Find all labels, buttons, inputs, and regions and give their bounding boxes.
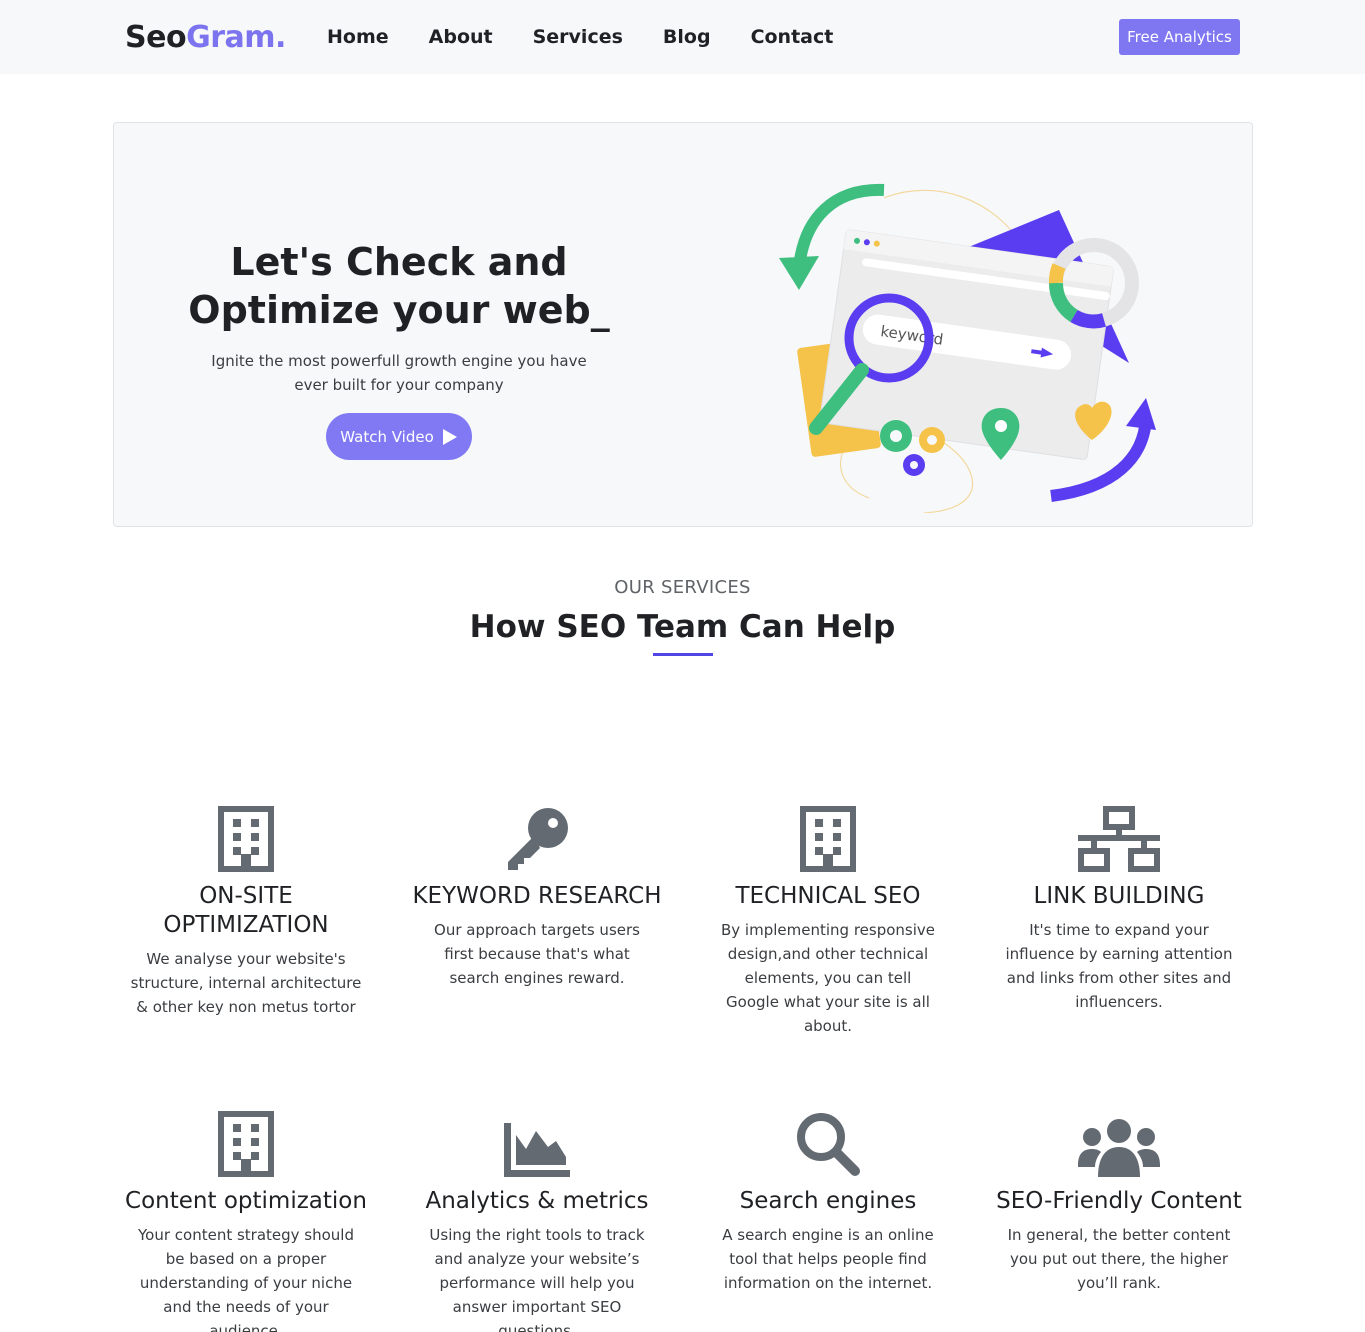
- service-card: Search engines A search engine is an onl…: [703, 1109, 953, 1295]
- title-underline: [653, 653, 713, 656]
- service-card: Content optimization Your content strate…: [121, 1109, 371, 1332]
- service-card: LINK BUILDING It's time to expand your i…: [994, 804, 1244, 1014]
- nav-services[interactable]: Services: [533, 26, 623, 48]
- service-card: KEYWORD RESEARCH Our approach targets us…: [412, 804, 662, 990]
- building-icon: [218, 806, 274, 872]
- search-icon: [797, 1113, 860, 1176]
- nav-links: Home About Services Blog Contact: [327, 26, 833, 48]
- network-icon: [1078, 806, 1160, 872]
- seo-illustration: keyword: [779, 183, 1156, 513]
- play-icon: [442, 428, 457, 445]
- hero-section: Let's Check and Optimize your web_ Ignit…: [113, 122, 1253, 527]
- area-chart-icon: [504, 1123, 570, 1177]
- service-card: Analytics & metrics Using the right tool…: [412, 1109, 662, 1332]
- logo-part-2: Gram.: [186, 20, 286, 55]
- building-icon: [800, 806, 856, 872]
- watch-video-button[interactable]: Watch Video: [326, 413, 472, 460]
- service-title: ON-SITE OPTIMIZATION: [163, 883, 329, 938]
- service-title: LINK BUILDING: [1033, 883, 1205, 909]
- logo[interactable]: SeoGram.: [125, 20, 286, 55]
- nav-about[interactable]: About: [429, 26, 493, 48]
- service-card: TECHNICAL SEO By implementing responsive…: [703, 804, 953, 1038]
- service-desc: We analyse your website's structure, int…: [130, 950, 362, 1016]
- nav-home[interactable]: Home: [327, 26, 389, 48]
- service-desc: It's time to expand your influence by ea…: [1005, 921, 1233, 1011]
- service-title: Search engines: [739, 1188, 917, 1214]
- free-analytics-button[interactable]: Free Analytics: [1119, 19, 1240, 55]
- navbar: SeoGram. Home About Services Blog Contac…: [0, 0, 1365, 74]
- watch-video-label: Watch Video: [340, 427, 434, 446]
- logo-part-1: Seo: [125, 20, 187, 55]
- service-title: TECHNICAL SEO: [735, 883, 921, 909]
- service-desc: By implementing responsive design,and ot…: [721, 921, 935, 1035]
- key-icon: [508, 808, 568, 870]
- service-desc: In general, the better content you put o…: [1007, 1226, 1231, 1292]
- service-card: SEO-Friendly Content In general, the bet…: [994, 1109, 1244, 1295]
- service-title: KEYWORD RESEARCH: [412, 883, 662, 909]
- service-title: SEO-Friendly Content: [996, 1188, 1242, 1214]
- service-desc: Our approach targets users first because…: [434, 921, 640, 987]
- services-kicker: OUR SERVICES: [614, 577, 751, 598]
- service-card: ON-SITE OPTIMIZATION We analyse your web…: [121, 804, 371, 1019]
- hero-subtitle: Ignite the most powerfull growth engine …: [211, 352, 587, 394]
- service-desc: Your content strategy should be based on…: [137, 1226, 354, 1332]
- service-desc: A search engine is an online tool that h…: [722, 1226, 934, 1292]
- service-title: Content optimization: [125, 1188, 367, 1214]
- nav-blog[interactable]: Blog: [663, 26, 711, 48]
- service-title: Analytics & metrics: [425, 1188, 649, 1214]
- nav-contact[interactable]: Contact: [751, 26, 834, 48]
- services-title: How SEO Team Can Help: [469, 609, 896, 645]
- users-icon: [1078, 1119, 1160, 1177]
- hero-title: Let's Check and Optimize your web_: [188, 240, 610, 332]
- building-icon: [218, 1111, 274, 1177]
- service-desc: Using the right tools to track and analy…: [429, 1226, 645, 1332]
